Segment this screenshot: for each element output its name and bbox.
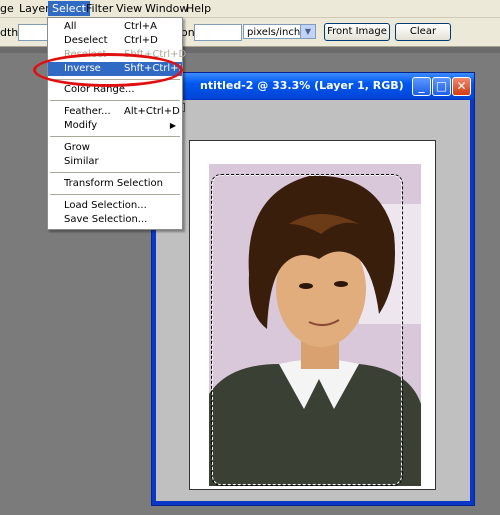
menu-filter[interactable]: Filter (86, 2, 113, 15)
menu-item-feather-label: Feather... (64, 106, 111, 117)
document-title: ntitled-2 @ 33.3% (Layer 1, RGB) (200, 79, 404, 92)
maximize-icon[interactable]: □ (432, 77, 451, 96)
menu-item-transform-selection[interactable]: Transform Selection (48, 177, 182, 191)
canvas-area[interactable]: 01 (156, 100, 470, 501)
menu-image[interactable]: ge (0, 2, 14, 15)
width-field[interactable] (18, 24, 50, 41)
menu-item-color-range-label: Color Range... (64, 84, 135, 95)
document-titlebar[interactable]: ntitled-2 @ 33.3% (Layer 1, RGB) _ □ ✕ (152, 73, 474, 99)
menu-item-similar[interactable]: Similar (48, 155, 182, 169)
front-image-button[interactable]: Front Image (324, 23, 390, 41)
menu-separator (50, 100, 180, 101)
menu-separator (50, 79, 180, 80)
menu-item-reselect: Reselect Shft+Ctrl+D (48, 48, 186, 62)
menu-item-load-label: Load Selection... (64, 200, 147, 211)
select-menu: All Ctrl+A Deselect Ctrl+D Reselect Shft… (47, 17, 186, 230)
close-icon[interactable]: ✕ (452, 77, 471, 96)
menu-item-deselect-label: Deselect (64, 35, 108, 46)
menu-separator (50, 136, 180, 137)
unit-select-value: pixels/inch (247, 27, 301, 38)
menu-item-all[interactable]: All Ctrl+A (48, 20, 182, 34)
menu-item-feather-shortcut: Alt+Ctrl+D (124, 106, 180, 117)
menu-item-modify-label: Modify (64, 120, 98, 131)
selection-marquee (211, 174, 403, 486)
resolution-field[interactable] (194, 24, 242, 41)
menu-item-feather[interactable]: Feather... Alt+Ctrl+D (48, 105, 182, 119)
chevron-down-icon: ▼ (300, 25, 315, 38)
menu-item-inverse-shortcut: Shft+Ctrl+I (124, 63, 182, 74)
menu-item-inverse[interactable]: Inverse Shft+Ctrl+I (48, 62, 182, 76)
menu-item-save-selection[interactable]: Save Selection... (48, 213, 182, 227)
clear-button[interactable]: Clear (395, 23, 451, 41)
menu-item-transform-label: Transform Selection (64, 178, 164, 189)
menu-item-load-selection[interactable]: Load Selection... (48, 199, 182, 213)
menu-item-reselect-shortcut: Shft+Ctrl+D (124, 49, 187, 60)
menu-item-deselect[interactable]: Deselect Ctrl+D (48, 34, 182, 48)
document-window: ntitled-2 @ 33.3% (Layer 1, RGB) _ □ ✕ 0… (151, 72, 475, 506)
menu-view[interactable]: View (116, 2, 142, 15)
menu-item-modify[interactable]: Modify ▶ (48, 119, 182, 133)
submenu-arrow-icon: ▶ (169, 121, 176, 130)
menu-help[interactable]: Help (186, 2, 211, 15)
menu-item-save-label: Save Selection... (64, 214, 148, 225)
menu-layer[interactable]: Layer (19, 2, 50, 15)
menu-item-similar-label: Similar (64, 156, 99, 167)
menu-select[interactable]: Select (48, 1, 90, 16)
menu-item-all-shortcut: Ctrl+A (124, 21, 158, 32)
minimize-icon[interactable]: _ (412, 77, 431, 96)
menu-item-grow[interactable]: Grow (48, 141, 182, 155)
menu-item-deselect-shortcut: Ctrl+D (124, 35, 158, 46)
menu-item-reselect-label: Reselect (64, 49, 107, 60)
menu-item-all-label: All (64, 21, 77, 32)
menu-item-color-range[interactable]: Color Range... (48, 83, 182, 97)
menu-item-grow-label: Grow (64, 142, 90, 153)
menu-window[interactable]: Window (145, 2, 188, 15)
menu-bar: ge Layer Select Filter View Window Help (0, 0, 500, 18)
menu-separator (50, 194, 180, 195)
menu-item-inverse-label: Inverse (64, 63, 101, 74)
menu-separator (50, 172, 180, 173)
unit-select[interactable]: pixels/inch ▼ (243, 24, 316, 39)
